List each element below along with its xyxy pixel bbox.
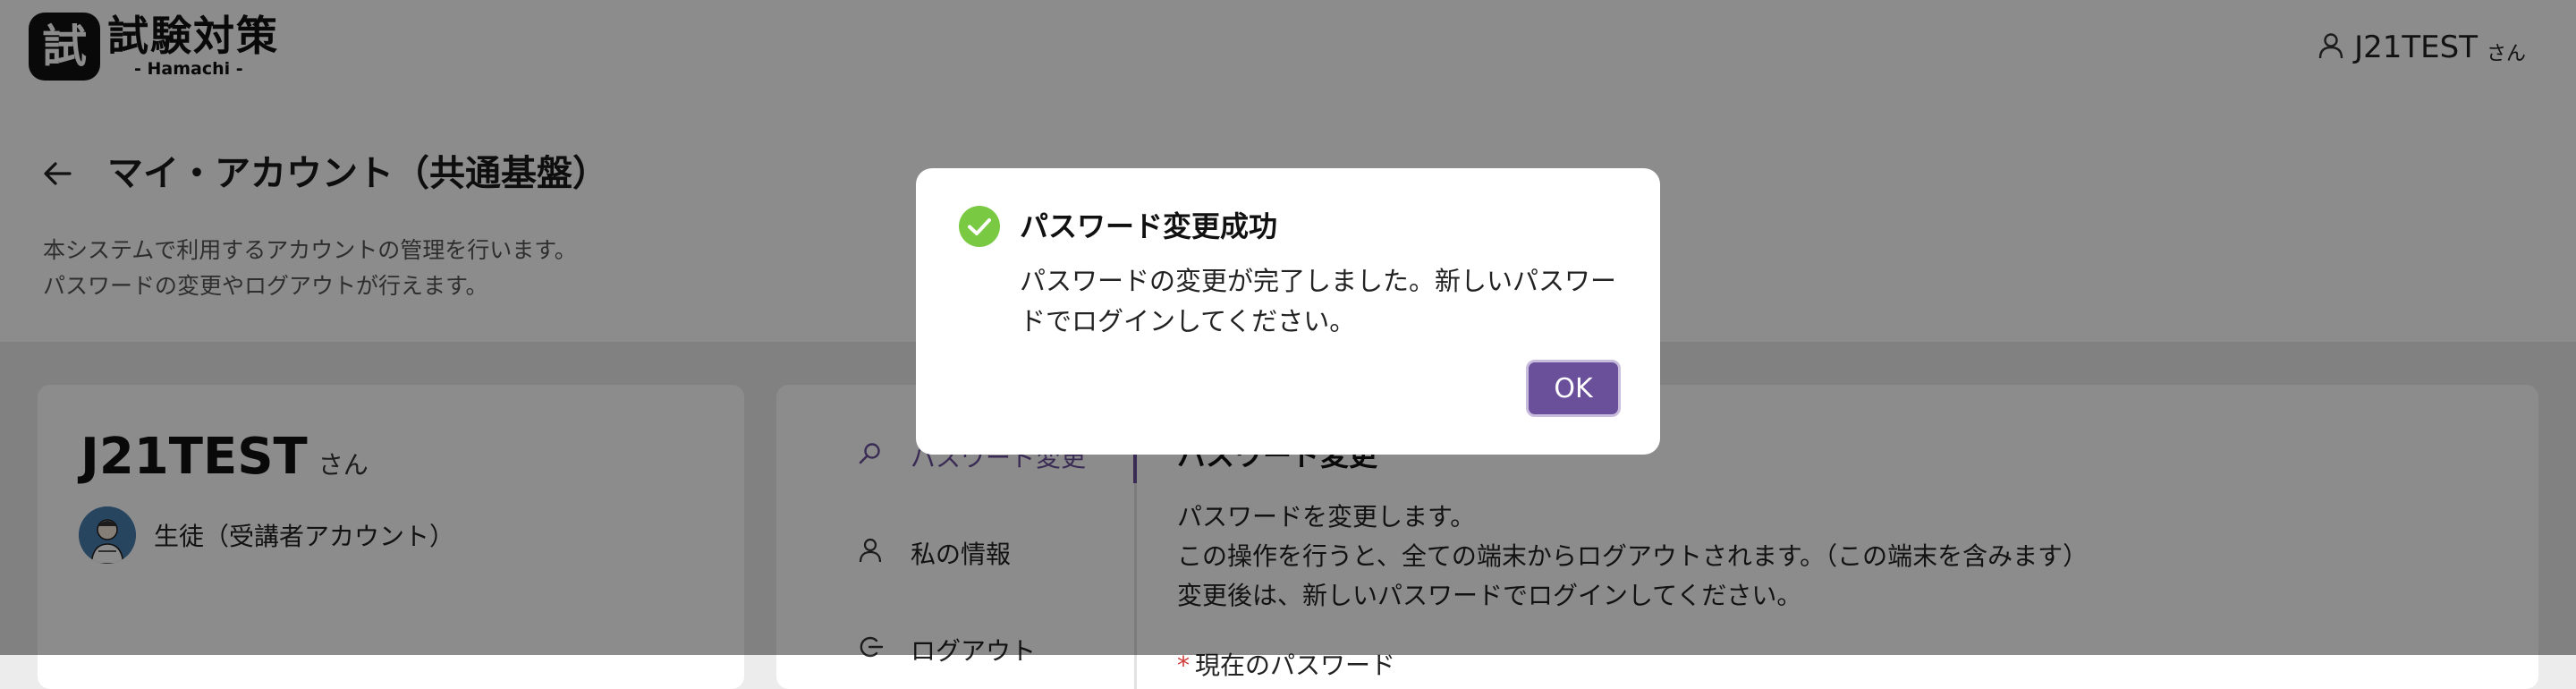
success-dialog: パスワード変更成功 パスワードの変更が完了しました。新しいパスワー ドでログイン… bbox=[916, 168, 1660, 455]
dialog-message: パスワードの変更が完了しました。新しいパスワー ドでログインしてください。 bbox=[1020, 261, 1628, 342]
dialog-message-line: パスワードの変更が完了しました。新しいパスワー bbox=[1020, 266, 1617, 296]
dialog-message-line: ドでログインしてください。 bbox=[1020, 306, 1356, 336]
check-circle-icon bbox=[959, 206, 1000, 247]
dialog-title: パスワード変更成功 bbox=[1020, 209, 1278, 243]
ok-button[interactable]: OK bbox=[1526, 360, 1621, 417]
